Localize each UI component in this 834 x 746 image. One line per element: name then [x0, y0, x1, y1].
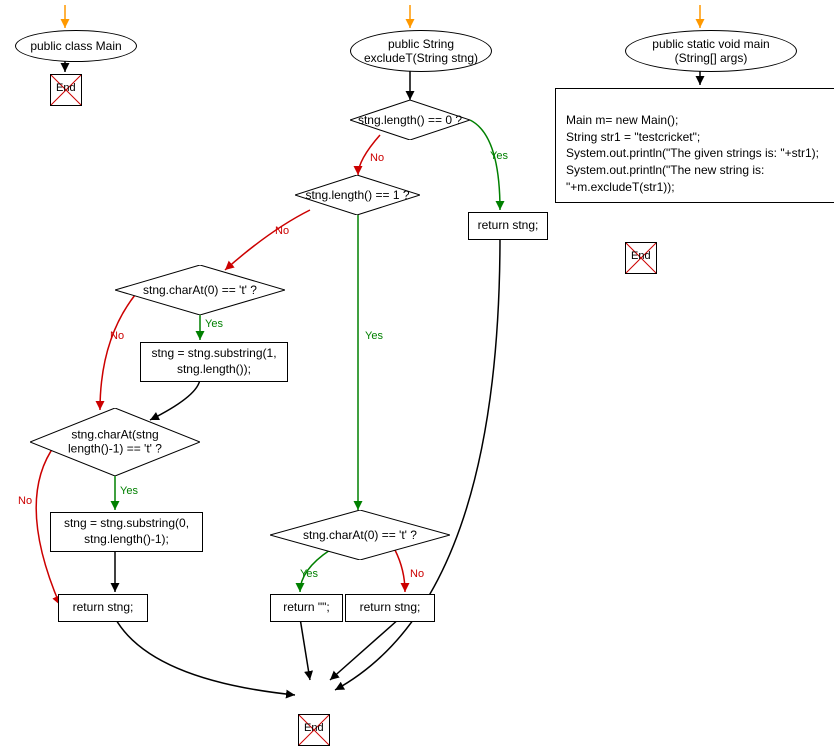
return-label: return stng; [73, 600, 134, 616]
decision-label: stng.charAt(0) == 't' ? [143, 283, 257, 297]
end-label: End [56, 82, 76, 94]
edge-no: No [370, 152, 384, 164]
substring-0: stng = stng.substring(0, stng.length()-1… [50, 512, 203, 552]
class-start: public class Main [15, 30, 137, 62]
edge-yes: Yes [120, 485, 138, 497]
end-terminal-3: End [625, 242, 657, 274]
class-start-label: public class Main [30, 39, 121, 53]
edge-no: No [18, 495, 32, 507]
substring-1: stng = stng.substring(1, stng.length()); [140, 342, 288, 382]
edge-yes: Yes [300, 568, 318, 580]
method-start-label: public String excludeT(String stng) [364, 37, 478, 66]
decision-charat0-t: stng.charAt(0) == 't' ? [115, 265, 285, 315]
decision-charat0-t-2: stng.charAt(0) == 't' ? [270, 510, 450, 560]
decision-label: stng.charAt(stng length()-1) == 't' ? [68, 428, 162, 456]
decision-label: stng.length() == 1 ? [305, 188, 409, 202]
return-stng-left: return stng; [58, 594, 148, 622]
method-start: public String excludeT(String stng) [350, 30, 492, 72]
return-empty: return ""; [270, 594, 343, 622]
end-terminal-2: End [298, 714, 330, 746]
main-start: public static void main (String[] args) [625, 30, 797, 72]
return-label: return stng; [478, 218, 539, 234]
return-label: return stng; [360, 600, 421, 616]
main-code-text: Main m= new Main(); String str1 = "testc… [566, 113, 819, 194]
main-start-label: public static void main (String[] args) [652, 37, 769, 66]
edge-yes: Yes [490, 150, 508, 162]
decision-label: stng.charAt(0) == 't' ? [303, 528, 417, 542]
return-stng-top: return stng; [468, 212, 548, 240]
return-label: return ""; [283, 600, 330, 616]
decision-last-t: stng.charAt(stng length()-1) == 't' ? [30, 408, 200, 476]
edge-yes: Yes [205, 318, 223, 330]
end-terminal-1: End [50, 74, 82, 106]
decision-length-0: stng.length() == 0 ? [350, 100, 470, 140]
edge-yes: Yes [365, 330, 383, 342]
edge-no: No [110, 330, 124, 342]
substring-label: stng = stng.substring(0, stng.length()-1… [64, 516, 189, 547]
substring-label: stng = stng.substring(1, stng.length()); [151, 346, 276, 377]
edge-no: No [410, 568, 424, 580]
return-stng-right: return stng; [345, 594, 435, 622]
edge-no: No [275, 225, 289, 237]
decision-length-1: stng.length() == 1 ? [295, 175, 420, 215]
end-label: End [631, 250, 651, 262]
decision-label: stng.length() == 0 ? [358, 113, 462, 127]
main-code: Main m= new Main(); String str1 = "testc… [555, 88, 834, 203]
